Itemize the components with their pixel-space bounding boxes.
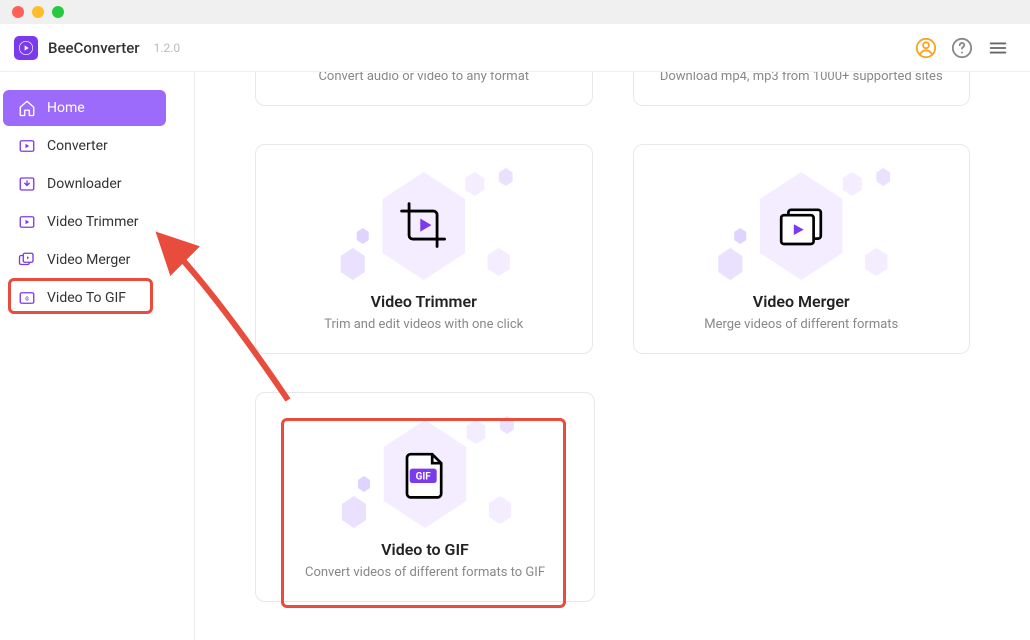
card-converter[interactable]: Convert audio or video to any format xyxy=(255,72,593,106)
merger-icon xyxy=(17,250,37,270)
trimmer-icon xyxy=(17,212,37,232)
sidebar-item-label: Video To GIF xyxy=(47,290,126,306)
app-name: BeeConverter xyxy=(48,39,140,57)
sidebar-item-trimmer[interactable]: Video Trimmer xyxy=(3,204,166,240)
sidebar-item-downloader[interactable]: Downloader xyxy=(3,166,166,202)
sidebar-item-video-to-gif[interactable]: G Video To GIF xyxy=(3,280,166,316)
gif-file-icon: GIF xyxy=(395,444,455,504)
card-video-to-gif[interactable]: GIF Video to GIF Convert videos of diffe… xyxy=(255,392,595,602)
app-version: 1.2.0 xyxy=(154,41,181,55)
crop-icon xyxy=(394,196,454,256)
svg-text:G: G xyxy=(25,296,29,302)
minimize-window-button[interactable] xyxy=(32,6,44,18)
card-icon: GIF xyxy=(345,414,505,534)
card-desc: Merge videos of different formats xyxy=(704,317,898,332)
window-titlebar xyxy=(0,0,1030,24)
hamburger-icon xyxy=(987,37,1009,59)
profile-button[interactable] xyxy=(908,30,944,66)
sidebar: Home Converter Downloader Video Trimmer … xyxy=(0,72,195,640)
card-desc: Trim and edit videos with one click xyxy=(324,317,523,332)
sidebar-item-label: Converter xyxy=(47,138,108,154)
card-icon xyxy=(344,166,504,286)
sidebar-item-label: Video Trimmer xyxy=(47,214,139,230)
download-icon xyxy=(17,174,37,194)
card-downloader[interactable]: Download mp4, mp3 from 1000+ supported s… xyxy=(633,72,971,106)
app-header: BeeConverter 1.2.0 xyxy=(0,24,1030,72)
gif-icon: G xyxy=(17,288,37,308)
card-icon xyxy=(721,166,881,286)
stack-icon xyxy=(771,196,831,256)
card-video-merger[interactable]: Video Merger Merge videos of different f… xyxy=(633,144,971,354)
help-icon xyxy=(951,37,973,59)
sidebar-item-converter[interactable]: Converter xyxy=(3,128,166,164)
sidebar-item-label: Video Merger xyxy=(47,252,130,268)
card-video-trimmer[interactable]: Video Trimmer Trim and edit videos with … xyxy=(255,144,593,354)
main-content: Convert audio or video to any format Dow… xyxy=(195,72,1030,640)
sidebar-item-home[interactable]: Home xyxy=(3,90,166,126)
close-window-button[interactable] xyxy=(12,6,24,18)
app-logo xyxy=(14,36,38,60)
card-desc: Download mp4, mp3 from 1000+ supported s… xyxy=(660,72,943,84)
profile-icon xyxy=(915,37,937,59)
sidebar-item-merger[interactable]: Video Merger xyxy=(3,242,166,278)
help-button[interactable] xyxy=(944,30,980,66)
sidebar-item-label: Home xyxy=(47,100,85,116)
card-title: Video to GIF xyxy=(381,540,469,559)
maximize-window-button[interactable] xyxy=(52,6,64,18)
home-icon xyxy=(17,98,37,118)
card-desc: Convert videos of different formats to G… xyxy=(305,565,545,580)
svg-text:GIF: GIF xyxy=(416,471,432,482)
menu-button[interactable] xyxy=(980,30,1016,66)
card-title: Video Trimmer xyxy=(371,292,477,311)
sidebar-item-label: Downloader xyxy=(47,176,122,192)
card-desc: Convert audio or video to any format xyxy=(318,72,529,84)
converter-icon xyxy=(17,136,37,156)
card-title: Video Merger xyxy=(753,292,850,311)
